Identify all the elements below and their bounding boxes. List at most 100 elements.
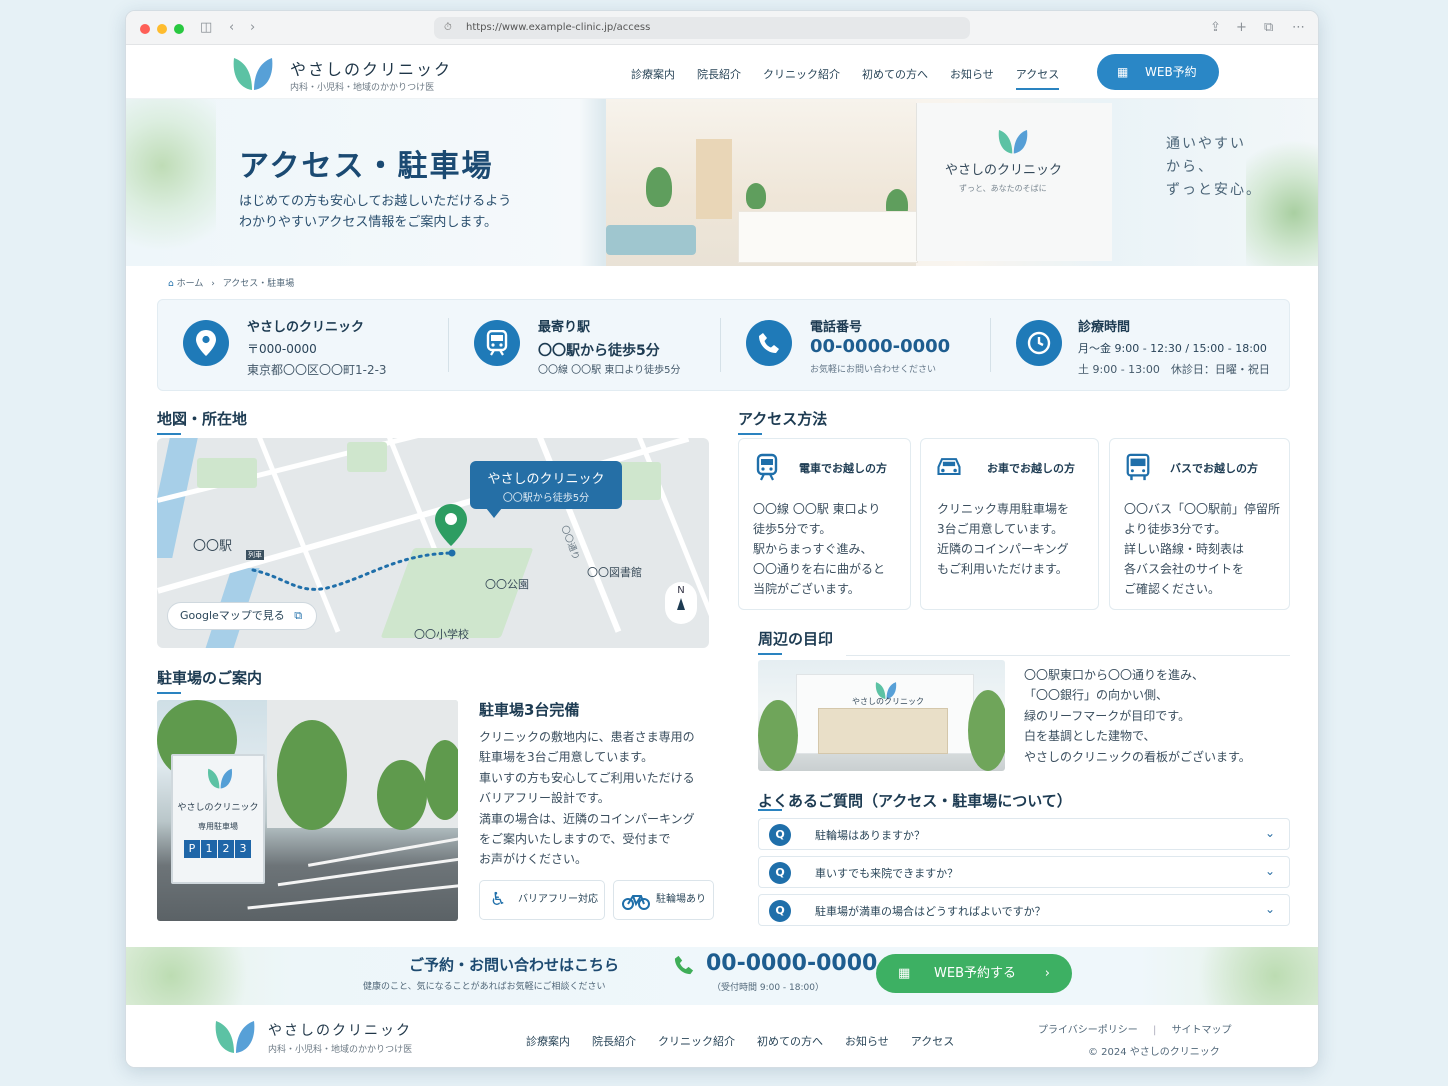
faq-item[interactable]: Q 駐輪場はありますか？ ⌄ (758, 818, 1290, 850)
footer-nav-news[interactable]: お知らせ (845, 1033, 889, 1049)
parking-section-title: 駐車場のご案内 (157, 667, 262, 694)
sidebar-icon[interactable]: ◫ (200, 20, 212, 35)
leaf-logo-icon[interactable] (214, 1017, 256, 1055)
parking-line-text: をご案内いたしますので、受付まで (479, 832, 671, 847)
google-maps-button[interactable]: Googleマップで見る ⧉ (167, 602, 317, 630)
google-maps-label: Googleマップで見る (180, 609, 285, 622)
parking-line-text: お声がけください。 (479, 852, 588, 867)
footer-nav-first-visit[interactable]: 初めての方へ (757, 1033, 823, 1049)
access-card-body: クリニック専用駐車場を 3台ご用意しています。 近隣のコインパーキング もご利用… (937, 499, 1069, 579)
access-card-line: 〇〇線 〇〇駅 東口より (753, 502, 881, 516)
footer-nav-director[interactable]: 院長紹介 (592, 1033, 636, 1049)
photo-tree (968, 690, 1005, 771)
arrow-right-icon: › (1044, 966, 1050, 981)
home-icon[interactable]: ⌂ (168, 279, 174, 289)
photo-tree (425, 740, 458, 820)
parking-slot: P (184, 840, 200, 858)
info-clinic-title: やさしのクリニック (247, 320, 365, 335)
leaf-logo-icon (233, 58, 273, 90)
faq-item[interactable]: Q 車いすでも来院できますか？ ⌄ (758, 856, 1290, 888)
nav-item-services[interactable]: 診療案内 (631, 66, 675, 90)
nav-item-access[interactable]: アクセス (1015, 66, 1060, 90)
back-icon[interactable]: ‹ (229, 20, 234, 35)
faq-q-badge: Q (769, 824, 791, 846)
landmark-line: 〇〇駅東口から〇〇通りを進み、 (1024, 668, 1205, 682)
footer-link-divider: | (1153, 1025, 1157, 1036)
info-clinic-zip: 〒000-0000 (247, 342, 317, 356)
privacy-policy-link[interactable]: プライバシーポリシー (1038, 1025, 1138, 1036)
compass-north: N (677, 585, 685, 596)
close-window-button[interactable] (140, 24, 150, 34)
breadcrumb-separator: › (211, 279, 215, 289)
faq-question: 駐車場が満車の場合はどうすればよいですか？ (815, 905, 1046, 918)
info-phone-number[interactable]: 00-0000-0000 (810, 336, 950, 357)
access-section-title: アクセス方法 (738, 408, 827, 435)
nav-item-news[interactable]: お知らせ (950, 66, 994, 90)
info-divider (720, 318, 721, 372)
parking-sign: やさしのクリニック 専用駐車場 P123 (171, 754, 265, 884)
clinic-map-pin-icon[interactable] (435, 504, 467, 546)
hero-clinic-sign: やさしのクリニック ずっと、あなたのそばに (916, 103, 1112, 261)
nav-item-first-visit[interactable]: 初めての方へ (862, 66, 928, 90)
parking-photo: やさしのクリニック 専用駐車場 P123 (157, 700, 458, 921)
access-card-line: 近隣のコインパーキング (937, 542, 1069, 556)
access-card-bus: バスでお越しの方 〇〇バス「〇〇駅前」停留所 より徒歩3分です。 詳しい路線・時… (1109, 438, 1290, 610)
info-hours-saturday: 土 9:00 - 13:00 休診日：日曜・祝日 (1078, 363, 1270, 376)
main-nav: 診療案内 院長紹介 クリニック紹介 初めての方へ お知らせ アクセス (631, 66, 1081, 90)
brand-name: やさしのクリニック (290, 60, 453, 79)
site-logo[interactable]: やさしのクリニック 内科・小児科・地域のかかりつけ医 (232, 54, 450, 95)
hero-tagline: 通いやすい から、 ずっと安心。 (1166, 133, 1262, 202)
breadcrumb: ⌂ ホーム › アクセス・駐車場 (168, 276, 294, 289)
access-card-line: 〇〇通りを右に曲がると (753, 562, 886, 576)
breadcrumb-home[interactable]: ホーム (177, 279, 204, 289)
parking-line-text: クリニックの敷地内に、患者さま専用の (479, 730, 695, 744)
interior-plant (746, 183, 766, 209)
access-card-line: 当院がございます。 (753, 582, 860, 596)
map-callout: やさしのクリニック 〇〇駅から徒歩5分 (470, 461, 622, 518)
map-section-title: 地図・所在地 (157, 408, 247, 435)
access-map[interactable]: やさしのクリニック 〇〇駅から徒歩5分 〇〇駅 列車 〇〇通り 〇〇公園 〇〇図… (157, 438, 709, 648)
nav-item-clinic[interactable]: クリニック紹介 (763, 66, 840, 90)
footer-nav: 診療案内 院長紹介 クリニック紹介 初めての方へ お知らせ アクセス (526, 1033, 976, 1049)
more-icon[interactable]: ⋯ (1292, 20, 1305, 35)
web-reservation-cta-button[interactable]: ▦ WEB予約する › (876, 954, 1072, 993)
hero-plant-left (126, 99, 216, 266)
browser-chrome: ◫ ‹ › ⏱ https://www.example-clinic.jp/ac… (126, 11, 1318, 45)
share-icon[interactable]: ⇪ (1210, 20, 1221, 35)
footer-nav-services[interactable]: 診療案内 (526, 1033, 570, 1049)
barrier-free-chip: ♿ バリアフリー対応 (479, 880, 605, 920)
footer-subtitle: 内科・小児科・地域のかかりつけ医 (268, 1045, 413, 1055)
new-tab-icon[interactable]: + (1236, 20, 1247, 35)
access-card-line: 3台ご用意しています。 (937, 522, 1064, 536)
interior-door (696, 139, 732, 219)
access-card-line: より徒歩3分です。 (1124, 522, 1227, 536)
landmark-photo-sign: やさしのクリニック (852, 697, 924, 706)
nav-item-director[interactable]: 院長紹介 (697, 66, 741, 90)
faq-item[interactable]: Q 駐車場が満車の場合はどうすればよいですか？ ⌄ (758, 894, 1290, 926)
tabs-icon[interactable]: ⧉ (1264, 20, 1273, 35)
parking-line (247, 883, 458, 910)
hero-lead-line: はじめての方も安心してお越しいただけるよう (239, 194, 512, 209)
info-station-detail: 〇〇線 〇〇駅 東口より徒歩5分 (538, 365, 681, 376)
contact-phone-number[interactable]: 00-0000-0000 (706, 951, 877, 976)
web-reservation-button[interactable]: ▦ WEB予約 (1097, 54, 1219, 90)
bicycle-parking-chip: 駐輪場あり (613, 880, 714, 920)
site-header: やさしのクリニック 内科・小児科・地域のかかりつけ医 診療案内 院長紹介 クリニ… (126, 45, 1318, 99)
footer-nav-clinic[interactable]: クリニック紹介 (658, 1033, 735, 1049)
bus-icon (1126, 453, 1150, 481)
access-card-line: もご利用いただけます。 (937, 562, 1068, 576)
compass-needle (677, 598, 685, 610)
bicycle-icon (622, 881, 650, 924)
address-bar[interactable]: ⏱ https://www.example-clinic.jp/access (434, 17, 970, 39)
page-title: アクセス・駐車場 (239, 149, 494, 184)
sitemap-link[interactable]: サイトマップ (1172, 1025, 1232, 1036)
zoom-window-button[interactable] (174, 24, 184, 34)
photo-tree (277, 720, 347, 830)
map-library-label: 〇〇図書館 (587, 566, 642, 579)
landmark-line: 白を基調とした建物で、 (1024, 729, 1156, 744)
minimize-window-button[interactable] (157, 24, 167, 34)
forward-icon[interactable]: › (250, 20, 255, 35)
brand-subtitle: 内科・小児科・地域のかかりつけ医 (290, 83, 435, 93)
info-hours-title: 診療時間 (1078, 320, 1131, 335)
footer-nav-access[interactable]: アクセス (911, 1033, 954, 1049)
